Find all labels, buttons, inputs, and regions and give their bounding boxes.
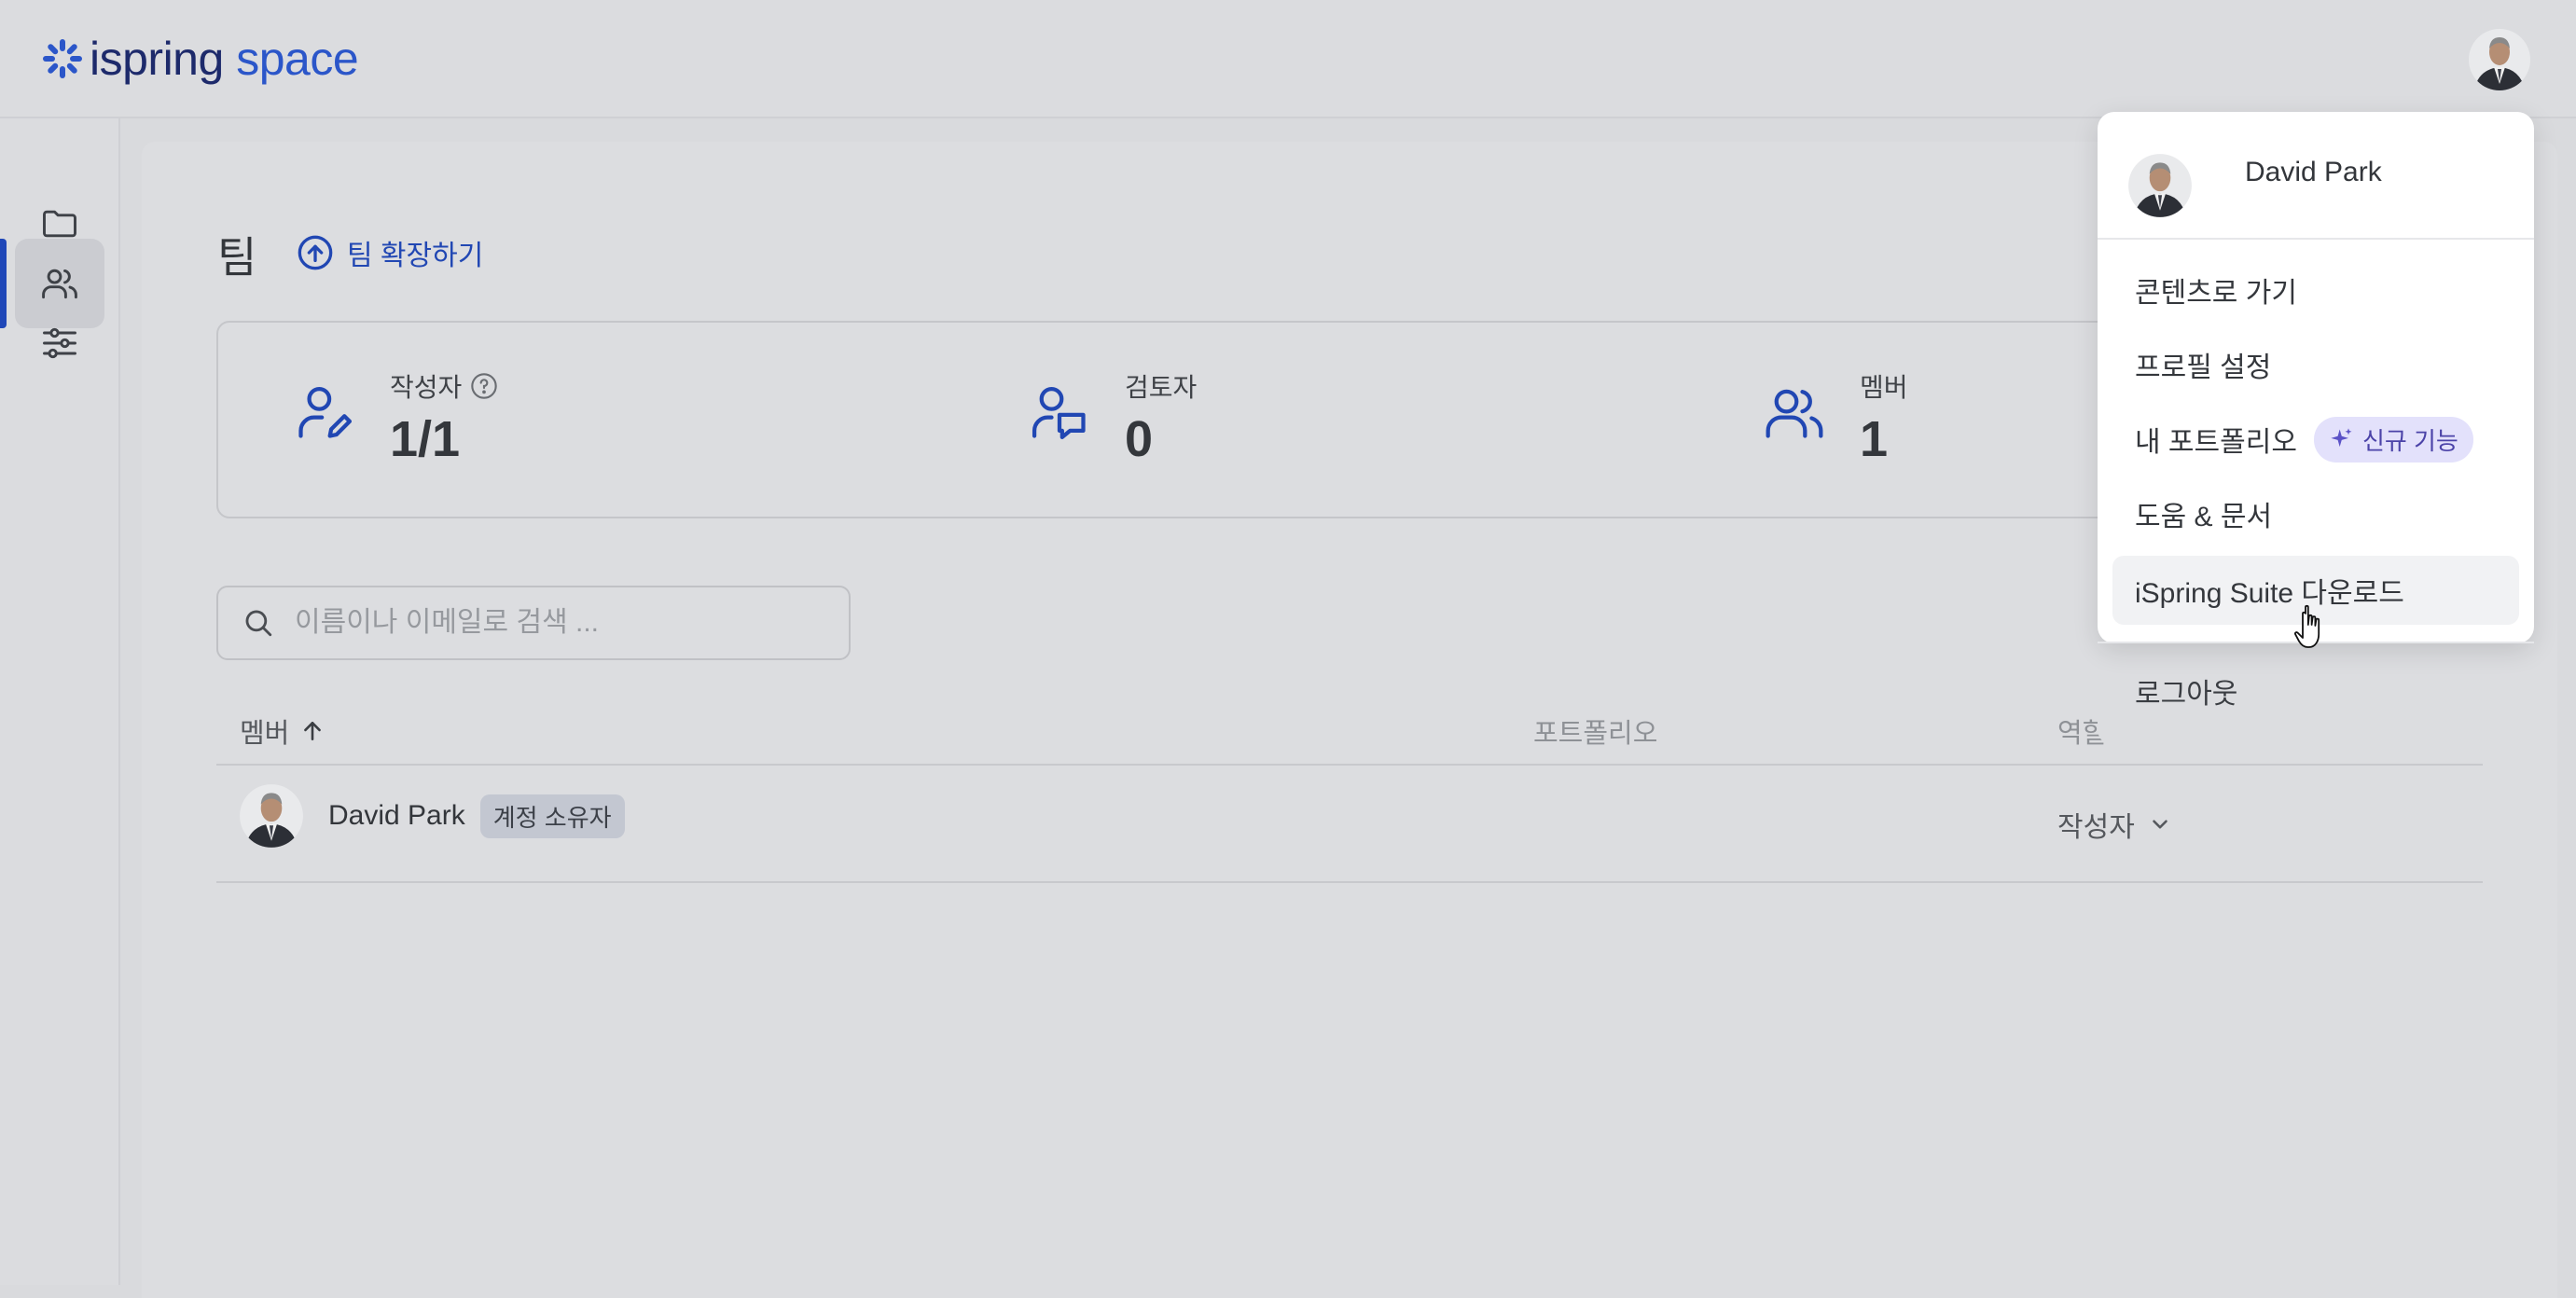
- user-menu-name: David Park: [2245, 157, 2382, 187]
- stat-members-value: 1: [1860, 411, 1889, 467]
- sparkle-icon: [2331, 428, 2352, 448]
- sliders-icon: [43, 327, 76, 359]
- avatar: [2128, 154, 2192, 217]
- search-icon: [245, 610, 272, 637]
- ispring-logo-icon: [43, 39, 82, 78]
- stat-members: 멤버 1: [1763, 367, 1908, 468]
- user-menu-dropdown: David Park 콘텐츠로 가기 프로필 설정 내 포트폴리오 신규 기능 …: [2098, 112, 2534, 643]
- stat-authors-value: 1/1: [390, 411, 461, 467]
- member-search[interactable]: [216, 586, 851, 660]
- menu-item-profile-settings[interactable]: 프로필 설정: [2112, 330, 2519, 399]
- sidebar-item-settings[interactable]: [15, 298, 104, 388]
- hand-cursor-icon: [2294, 604, 2320, 648]
- menu-item-logout[interactable]: 로그아웃: [2112, 656, 2519, 725]
- role-select[interactable]: 작성자: [2057, 804, 2172, 845]
- stat-authors-label: 작성자: [390, 373, 463, 402]
- page-title: 팀: [217, 233, 257, 282]
- help-icon[interactable]: [469, 371, 499, 401]
- sidebar-active-indicator: [0, 239, 7, 328]
- menu-item-go-to-content[interactable]: 콘텐츠로 가기: [2112, 255, 2519, 324]
- expand-team-label: 팀 확장하기: [347, 241, 484, 271]
- search-input[interactable]: [295, 607, 836, 639]
- column-member[interactable]: 멤버: [240, 711, 325, 751]
- stat-authors: 작성자 1/1: [293, 367, 499, 468]
- account-owner-badge: 계정 소유자: [479, 794, 625, 838]
- new-feature-label: 신규 기능: [2361, 426, 2458, 455]
- table-row-divider: [216, 881, 2483, 883]
- user-comment-icon: [1032, 386, 1086, 440]
- stat-reviewers: 검토자 0: [1028, 367, 1197, 468]
- stat-members-label: 멤버: [1860, 373, 1908, 402]
- expand-team-link[interactable]: 팀 확장하기: [297, 232, 483, 273]
- role-value: 작성자: [2057, 812, 2135, 843]
- menu-item-label: 도움 & 문서: [2135, 502, 2273, 532]
- menu-item-label: 내 포트폴리오: [2135, 427, 2297, 458]
- menu-item-label: iSpring Suite 다운로드: [2135, 578, 2404, 609]
- arrow-up-icon: [304, 722, 322, 740]
- menu-item-help-docs[interactable]: 도움 & 문서: [2112, 479, 2519, 548]
- user-edit-icon: [298, 386, 353, 438]
- menu-item-my-portfolio[interactable]: 내 포트폴리오 신규 기능: [2112, 405, 2519, 474]
- column-member-label: 멤버: [240, 719, 290, 749]
- arrow-up-circle-icon: [298, 235, 333, 270]
- logo-text: ispring space: [90, 33, 359, 85]
- chevron-down-icon: [2153, 820, 2167, 829]
- user-avatar-button[interactable]: [2468, 26, 2531, 93]
- column-portfolio-label: 포트폴리오: [1533, 719, 1658, 749]
- avatar: [240, 784, 303, 848]
- sidebar: [0, 118, 120, 1285]
- new-feature-badge: 신규 기능: [2313, 416, 2473, 463]
- menu-item-label: 프로필 설정: [2135, 352, 2272, 383]
- menu-item-label: 콘텐츠로 가기: [2135, 278, 2297, 309]
- users-icon: [1766, 389, 1823, 438]
- top-bar: ispring space: [0, 0, 2576, 118]
- member-name: David Park: [328, 800, 465, 831]
- stat-reviewers-value: 0: [1125, 411, 1154, 467]
- user-menu-header: David Park: [2127, 132, 2500, 217]
- stat-reviewers-label: 검토자: [1125, 373, 1198, 402]
- table-row[interactable]: David Park 계정 소유자: [239, 781, 625, 850]
- menu-divider: [2098, 238, 2534, 240]
- table-header-divider: [216, 764, 2483, 766]
- ispring-space-logo[interactable]: ispring space: [41, 32, 359, 86]
- column-portfolio: 포트폴리오: [1533, 711, 1657, 751]
- menu-item-label: 로그아웃: [2135, 679, 2238, 710]
